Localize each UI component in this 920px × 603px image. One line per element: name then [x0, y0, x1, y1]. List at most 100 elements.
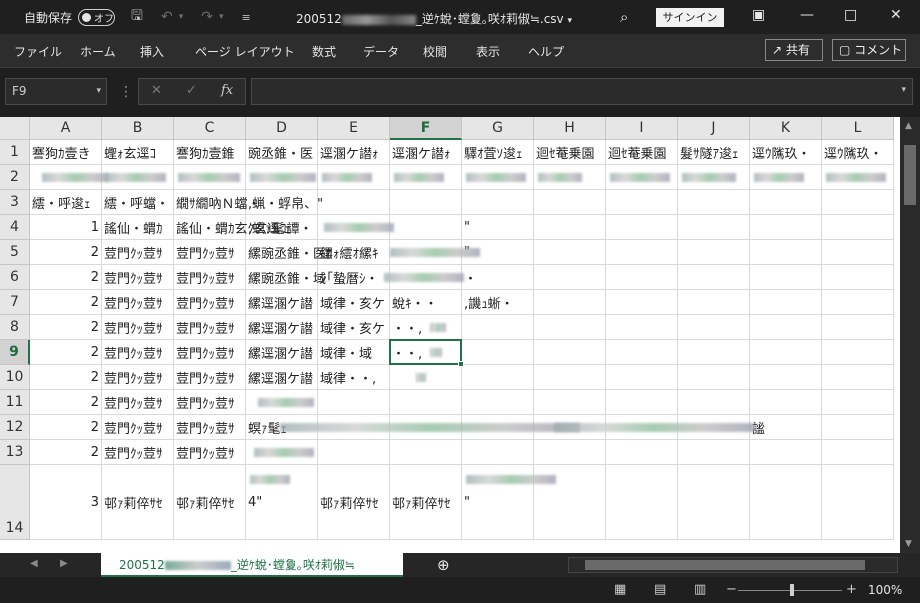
cell-j7[interactable] — [678, 290, 750, 315]
cell-a3[interactable]: 繧・呼逡ｪ — [30, 190, 102, 215]
cell-c1[interactable]: 謇狗ｶ壹錐 — [174, 140, 246, 165]
cell-b10[interactable]: 荳門ｸｯ荳ｻ — [102, 365, 174, 390]
cell-d3[interactable]: ,蝋・蜉帛、" — [246, 190, 323, 215]
cell-e8[interactable]: 域律・亥ケ — [318, 315, 390, 340]
cell-e6[interactable]: ｼ｢蟄暦ｼ・ — [318, 265, 390, 290]
cell-g13[interactable] — [462, 440, 534, 465]
row-header[interactable]: 12 — [0, 415, 30, 440]
cell-d5[interactable]: 縲豌丞錐・医ｶ — [246, 240, 333, 265]
cell-f10[interactable] — [390, 365, 462, 390]
column-header-l[interactable]: L — [822, 117, 894, 140]
autosave-toggle[interactable]: オフ — [78, 8, 116, 26]
row-header[interactable]: 1 — [0, 140, 30, 165]
cell-h11[interactable] — [534, 390, 606, 415]
signin-button[interactable]: サインイン — [656, 8, 724, 27]
column-header-a[interactable]: A — [30, 117, 102, 140]
page-break-view-icon[interactable]: ▥ — [694, 582, 706, 597]
cell-d9[interactable]: 縲逕溷ケ譛 — [246, 340, 318, 365]
zoom-out-icon[interactable]: − — [726, 582, 737, 597]
close-icon[interactable]: ✕ — [890, 7, 902, 23]
cell-c9[interactable]: 荳門ｸｯ荳ｻ — [174, 340, 246, 365]
cell-b9[interactable]: 荳門ｸｯ荳ｻ — [102, 340, 174, 365]
cell-g11[interactable] — [462, 390, 534, 415]
row-header[interactable]: 8 — [0, 315, 30, 340]
column-header-h[interactable]: H — [534, 117, 606, 140]
cell-c4[interactable]: 謠仙・蝟ｶ玄ｸ玄逕ｺ譚・ — [174, 215, 313, 240]
cell-b8[interactable]: 荳門ｸｯ荳ｻ — [102, 315, 174, 340]
cell-b4[interactable]: 謠仙・蝟ｶ — [102, 215, 174, 240]
cell-a9[interactable]: 2 — [30, 340, 102, 365]
cell-k5[interactable] — [750, 240, 822, 265]
cell-c13[interactable]: 荳門ｸｯ荳ｻ — [174, 440, 246, 465]
cell-d1[interactable]: 豌丞錐・医 — [246, 140, 318, 165]
cell-b13[interactable]: 荳門ｸｯ荳ｻ — [102, 440, 174, 465]
cell-f13[interactable] — [390, 440, 462, 465]
cell-b6[interactable]: 荳門ｸｯ荳ｻ — [102, 265, 174, 290]
redo-icon[interactable]: ↷ — [201, 9, 213, 25]
tab-view[interactable]: 表示 — [476, 43, 500, 60]
cell-e1[interactable]: 逕溷ケ譛ｫ — [318, 140, 390, 165]
formula-input[interactable]: ▾ — [251, 78, 913, 105]
undo-dropdown-icon[interactable]: ▾ — [179, 12, 184, 22]
tab-file[interactable]: ファイル — [14, 43, 62, 60]
save-icon[interactable]: 🖫 — [131, 5, 143, 29]
column-header-j[interactable]: J — [678, 117, 750, 140]
cell-i8[interactable] — [606, 315, 678, 340]
prev-sheet-icon[interactable]: ◀ — [30, 558, 38, 569]
cell-c6[interactable]: 荳門ｸｯ荳ｻ — [174, 265, 246, 290]
expand-formula-icon[interactable]: ▾ — [901, 85, 906, 95]
cell-f11[interactable] — [390, 390, 462, 415]
window-title[interactable]: 200512 _逆ｹ蛻･螳夐｡咲ｵ莉俶≒.csv ▾ — [296, 10, 572, 27]
row-header[interactable]: 3 — [0, 190, 30, 215]
cell-f4[interactable] — [390, 215, 462, 240]
cell-a12[interactable]: 2 — [30, 415, 102, 440]
cell-l3[interactable] — [822, 190, 894, 215]
cell-h10[interactable] — [534, 365, 606, 390]
tab-home[interactable]: ホーム — [80, 43, 116, 60]
cell-j10[interactable] — [678, 365, 750, 390]
column-header-i[interactable]: I — [606, 117, 678, 140]
tab-data[interactable]: データ — [363, 43, 399, 60]
cell-e10[interactable]: 域律・・, — [318, 365, 390, 390]
cell-h13[interactable] — [534, 440, 606, 465]
cell-a1[interactable]: 謇狗ｶ壹き — [30, 140, 102, 165]
insert-function-icon[interactable]: fx — [221, 83, 233, 98]
cell-g3[interactable] — [462, 190, 534, 215]
cell-g1[interactable]: 驛ｵ萓ｿ逡ｪ — [462, 140, 534, 165]
column-header-b[interactable]: B — [102, 117, 174, 140]
cell-h6[interactable] — [534, 265, 606, 290]
scroll-up-icon[interactable]: ▲ — [905, 121, 912, 131]
cell-g4[interactable]: " — [462, 215, 534, 240]
cell-l14[interactable] — [822, 465, 894, 540]
scroll-down-icon[interactable]: ▼ — [905, 539, 912, 549]
tab-page-layout[interactable]: ページ レイアウト — [195, 43, 295, 60]
cell-g7[interactable]: ,譏ｭ蜥・ — [462, 290, 534, 315]
cell-j5[interactable] — [678, 240, 750, 265]
zoom-in-icon[interactable]: + — [846, 582, 857, 597]
cell-k12[interactable]: 謐 — [750, 415, 822, 440]
cell-l12[interactable] — [822, 415, 894, 440]
more-icon[interactable]: ⋮ — [119, 84, 133, 100]
cell-f3[interactable] — [390, 190, 462, 215]
cell-l10[interactable] — [822, 365, 894, 390]
minimize-icon[interactable]: — — [800, 7, 814, 23]
cell-l5[interactable] — [822, 240, 894, 265]
cell-g8[interactable] — [462, 315, 534, 340]
cell-j11[interactable] — [678, 390, 750, 415]
cell-b7[interactable]: 荳門ｸｯ荳ｻ — [102, 290, 174, 315]
cell-c12[interactable]: 荳門ｸｯ荳ｻ — [174, 415, 246, 440]
cell-h3[interactable] — [534, 190, 606, 215]
cell-j1[interactable]: 髮ｻ隧ｱ逡ｪ — [678, 140, 750, 165]
cell-c7[interactable]: 荳門ｸｯ荳ｻ — [174, 290, 246, 315]
horizontal-scrollbar[interactable] — [568, 557, 898, 573]
cell-e5[interactable]: 縲ｫ繧ｵ縲ｷ — [318, 240, 390, 265]
sheet-tab[interactable]: 200512 _逆ｹ蛻･螳夐｡咲ｵ莉俶≒ — [101, 553, 403, 577]
cell-e3[interactable] — [318, 190, 390, 215]
cell-d4[interactable]: ,螟ｧ髦ｪ — [246, 215, 318, 240]
cell-a5[interactable]: 2 — [30, 240, 102, 265]
cell-b12[interactable]: 荳門ｸｯ荳ｻ — [102, 415, 174, 440]
cell-j13[interactable] — [678, 440, 750, 465]
column-header-f[interactable]: F — [390, 117, 462, 140]
row-header[interactable]: 4 — [0, 215, 30, 240]
row-header[interactable]: 11 — [0, 390, 30, 415]
